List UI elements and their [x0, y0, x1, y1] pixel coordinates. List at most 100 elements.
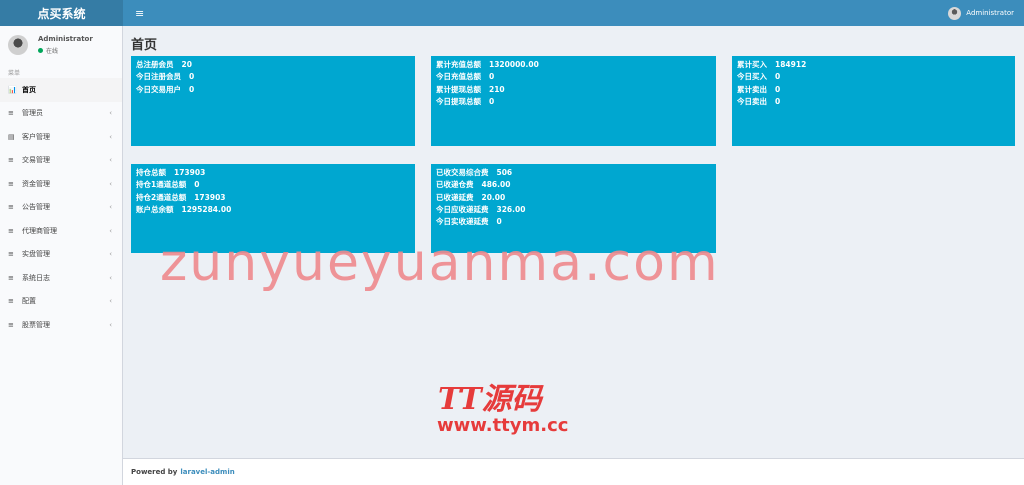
- stat-value: 0: [194, 180, 200, 190]
- stat-value: 210: [489, 84, 505, 94]
- chevron-left-icon: ‹: [109, 132, 112, 141]
- brand-logo[interactable]: 点买系统: [0, 0, 123, 26]
- footer: Powered by laravel-admin: [123, 458, 1024, 485]
- chevron-left-icon: ‹: [109, 273, 112, 282]
- sidebar-item-label: 首页: [22, 85, 36, 94]
- sidebar-item-2[interactable]: ▤ 客户管理 ‹: [0, 125, 122, 149]
- sidebar-item-6[interactable]: ≡ 代理商管理 ‹: [0, 219, 122, 243]
- chevron-left-icon: ‹: [109, 156, 112, 165]
- stat-label: 已收交易综合费: [436, 168, 489, 177]
- stat-row: 持仓1通道总额 0: [136, 179, 410, 191]
- user-menu[interactable]: Administrator: [948, 6, 1014, 20]
- stat-value: 0: [489, 72, 495, 82]
- sidebar-item-label: 管理员: [22, 109, 43, 118]
- user-status: 在线: [38, 46, 93, 55]
- list-icon: ≡: [8, 320, 14, 329]
- stat-value: 184912: [775, 60, 807, 69]
- stat-row: 已收递延费 20.00: [436, 192, 711, 204]
- sidebar-item-0[interactable]: 📊 首页: [0, 78, 122, 102]
- sidebar-item-label: 系统日志: [22, 273, 50, 282]
- sidebar-item-8[interactable]: ≡ 系统日志 ‹: [0, 266, 122, 290]
- stat-row: 今日实收递延费 0: [436, 216, 711, 228]
- sidebar-item-5[interactable]: ≡ 公告管理 ‹: [0, 196, 122, 220]
- stat-row: 今日应收递延费 326.00: [436, 204, 711, 216]
- stat-label: 今日交易用户: [136, 84, 181, 94]
- list-icon: ≡: [8, 250, 14, 259]
- stat-value: 0: [496, 217, 502, 227]
- sidebar-item-4[interactable]: ≡ 资金管理 ‹: [0, 172, 122, 196]
- watermark-brand: TT源码: [438, 382, 542, 417]
- chevron-left-icon: ‹: [109, 109, 112, 118]
- chevron-left-icon: ‹: [109, 226, 112, 235]
- watermark-url: www.ttym.cc: [437, 415, 569, 436]
- stat-value: 1320000.00: [489, 60, 539, 69]
- stat-row: 持仓2通道总额 173903: [136, 192, 410, 204]
- sidebar-item-label: 实盘管理: [22, 250, 50, 259]
- navbar: ≡ Administrator: [123, 0, 1024, 26]
- stat-row: 今日注册会员 0: [136, 71, 410, 83]
- stat-row: 已收递仓费 486.00: [436, 179, 711, 191]
- stat-label: 总注册会员: [136, 60, 174, 69]
- stat-label: 持仓2通道总额: [136, 192, 187, 202]
- chevron-left-icon: ‹: [109, 297, 112, 306]
- stat-value: 0: [189, 84, 195, 94]
- footer-link[interactable]: laravel-admin: [180, 468, 234, 476]
- sidebar-item-3[interactable]: ≡ 交易管理 ‹: [0, 149, 122, 173]
- chevron-left-icon: ‹: [109, 320, 112, 329]
- list-icon: ≡: [8, 203, 14, 212]
- chevron-left-icon: ‹: [109, 203, 112, 212]
- list-icon: ≡: [8, 297, 14, 306]
- list-icon: ▤: [8, 132, 15, 141]
- stat-label: 累计充值总额: [436, 60, 481, 69]
- sidebar-item-label: 资金管理: [22, 179, 50, 188]
- stat-label: 今日注册会员: [136, 72, 181, 82]
- sidebar-item-1[interactable]: ≡ 管理员 ‹: [0, 102, 122, 126]
- stat-row: 今日交易用户 0: [136, 84, 410, 96]
- sidebar-item-10[interactable]: ≡ 股票管理 ‹: [0, 313, 122, 337]
- sidebar: Administrator 在线 菜单 📊 首页 ≡ 管理员 ‹ ▤ 客户管理 ‹ ≡ 交易管理 ‹…: [0, 26, 123, 485]
- stat-value: 20: [181, 60, 192, 69]
- list-icon: ≡: [8, 226, 14, 235]
- chevron-left-icon: ‹: [109, 179, 112, 188]
- stat-value: 1295284.00: [181, 204, 232, 214]
- stat-value: 173903: [194, 192, 226, 202]
- stat-value: 486.00: [481, 180, 511, 190]
- stat-value: 20.00: [481, 192, 506, 202]
- stat-label: 累计卖出: [737, 84, 767, 94]
- stat-value: 173903: [174, 168, 206, 177]
- status-text: 在线: [46, 48, 59, 55]
- stat-label: 账户总余额: [136, 204, 174, 214]
- watermark-site: zunyueyuanma.com: [160, 233, 720, 293]
- stat-label: 持仓1通道总额: [136, 180, 187, 190]
- avatar: [8, 35, 28, 55]
- sidebar-item-label: 股票管理: [22, 320, 50, 329]
- stat-value: 506: [496, 168, 513, 177]
- stat-row: 累计提现总额 210: [436, 84, 711, 96]
- list-icon: ≡: [8, 273, 14, 282]
- stat-label: 已收递仓费: [436, 180, 474, 190]
- stat-row: 总注册会员 20: [136, 59, 410, 71]
- stat-label: 今日卖出: [737, 96, 767, 106]
- footer-prefix: Powered by: [131, 468, 178, 476]
- stat-box-trades: 累计买入 184912 今日买入 0 累计卖出 0 今日卖出 0: [732, 56, 1015, 146]
- stat-value: 0: [775, 84, 781, 94]
- sidebar-item-label: 代理商管理: [22, 226, 57, 235]
- stat-box-members: 总注册会员 20 今日注册会员 0 今日交易用户 0: [131, 56, 415, 146]
- sidebar-item-9[interactable]: ≡ 配置 ‹: [0, 290, 122, 314]
- list-icon: ≡: [8, 109, 14, 118]
- stat-value: 0: [775, 96, 781, 106]
- sidebar-item-label: 配置: [22, 297, 36, 306]
- stat-row: 累计卖出 0: [737, 84, 1010, 96]
- stat-row: 今日充值总额 0: [436, 71, 711, 83]
- stat-label: 今日充值总额: [436, 72, 481, 82]
- stat-label: 累计买入: [737, 60, 767, 69]
- stat-label: 今日买入: [737, 72, 767, 82]
- menu-toggle-icon[interactable]: ≡: [135, 7, 144, 20]
- stat-row: 今日卖出 0: [737, 96, 1010, 108]
- top-bar: 点买系统 ≡ Administrator: [0, 0, 1024, 26]
- user-panel: Administrator 在线: [0, 26, 122, 64]
- sidebar-item-7[interactable]: ≡ 实盘管理 ‹: [0, 243, 122, 267]
- user-name: Administrator: [38, 35, 93, 43]
- stat-label: 今日实收递延费: [436, 217, 489, 227]
- stat-value: 0: [775, 72, 781, 82]
